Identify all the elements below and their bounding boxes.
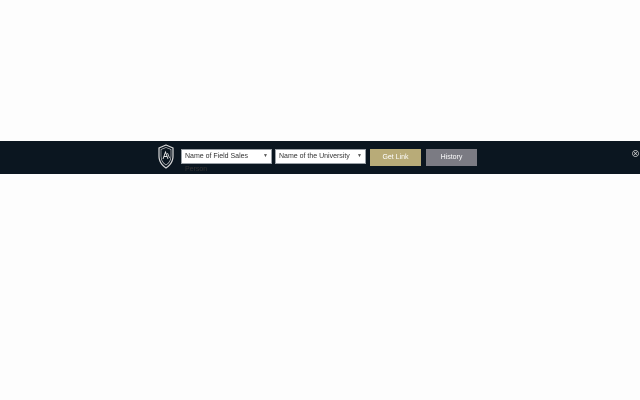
university-crest-icon [157, 144, 175, 169]
page: Name of Field Sales Person ▼ Name of the… [0, 0, 640, 400]
history-button[interactable]: History [426, 149, 477, 166]
get-link-button[interactable]: Get Link [370, 149, 421, 166]
chevron-down-icon: ▼ [263, 153, 268, 159]
university-select-value: Name of the University [279, 153, 350, 160]
university-select[interactable]: Name of the University ▼ [275, 149, 366, 164]
extension-toolbar: Name of Field Sales Person ▼ Name of the… [0, 141, 640, 174]
field-sales-person-select-value: Name of Field Sales Person [185, 153, 249, 173]
chevron-down-icon: ▼ [357, 153, 362, 159]
close-icon[interactable] [632, 144, 639, 157]
field-sales-person-select[interactable]: Name of Field Sales Person ▼ [181, 149, 272, 173]
